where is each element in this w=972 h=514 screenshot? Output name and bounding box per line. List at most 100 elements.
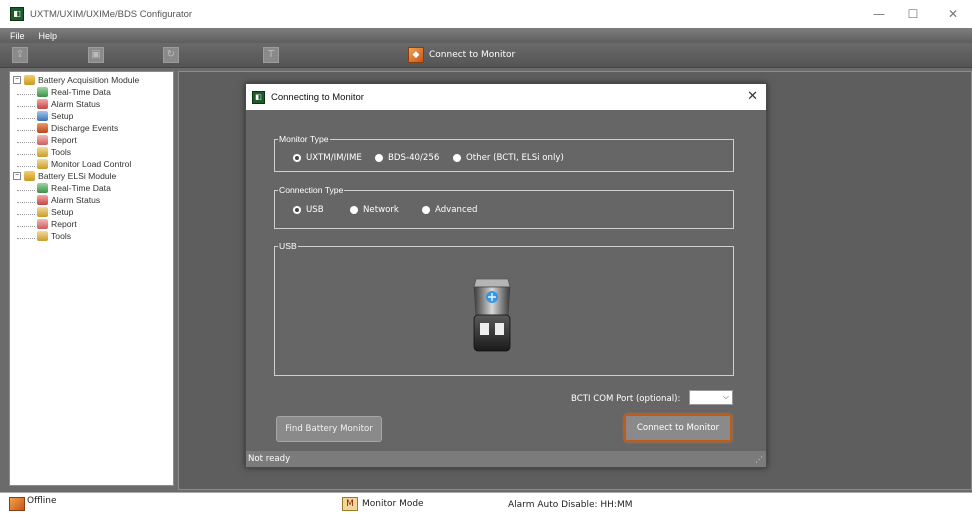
- connection-status: Offline: [9, 496, 57, 511]
- tree-item[interactable]: Alarm Status: [13, 98, 173, 110]
- radio-unselected-icon: [375, 154, 383, 162]
- dialog-title: Connecting to Monitor: [271, 91, 364, 103]
- close-button[interactable]: ✕: [938, 0, 968, 28]
- tree-item[interactable]: Real-Time Data: [13, 182, 173, 194]
- radio-connection-advanced[interactable]: Advanced: [422, 205, 477, 215]
- find-battery-monitor-button[interactable]: Find Battery Monitor: [276, 416, 382, 442]
- radio-unselected-icon: [453, 154, 461, 162]
- tree-item[interactable]: − Battery ELSi Module: [13, 170, 173, 182]
- navigation-tree: − Battery Acquisition Module Real-Time Dat…: [9, 71, 174, 486]
- minimize-button[interactable]: —: [864, 0, 894, 28]
- upload-icon[interactable]: ⇪: [12, 47, 28, 63]
- alarm-icon: [37, 99, 48, 109]
- collapse-icon[interactable]: −: [13, 172, 21, 180]
- com-port-label: BCTI COM Port (optional):: [571, 394, 681, 404]
- tree-connector: [17, 137, 35, 143]
- toolbar: ⇪ ▣ ↻ T ◆ Connect to Monitor: [0, 43, 972, 68]
- radio-connection-usb[interactable]: USB: [293, 205, 324, 215]
- window-title: UXTM/UXIM/UXIMe/BDS Configurator: [30, 8, 193, 20]
- radio-label: Other (BCTI, ELSi only): [466, 153, 564, 163]
- tree-connector: [17, 113, 35, 119]
- tree-item[interactable]: Monitor Load Control: [13, 158, 173, 170]
- connect-icon: ◆: [408, 47, 424, 63]
- tree-item[interactable]: Real-Time Data: [13, 86, 173, 98]
- tree-item-label: Alarm Status: [51, 195, 101, 205]
- menu-help[interactable]: Help: [39, 31, 58, 41]
- tree-item[interactable]: Discharge Events: [13, 122, 173, 134]
- usb-drive-icon: [473, 278, 511, 352]
- sync-icon[interactable]: ↻: [163, 47, 179, 63]
- dialog-title-bar: ◧ Connecting to Monitor ✕: [246, 84, 766, 110]
- tree-connector: [17, 161, 35, 167]
- tree-item[interactable]: Tools: [13, 230, 173, 242]
- radio-label: BDS-40/256: [388, 153, 440, 163]
- monitor-icon[interactable]: ▣: [88, 47, 104, 63]
- radio-label: Network: [363, 205, 399, 215]
- connect-to-monitor-button[interactable]: Connect to Monitor: [624, 414, 732, 442]
- radio-unselected-icon: [422, 206, 430, 214]
- connect-dialog: ◧ Connecting to Monitor ✕ Monitor Type U…: [245, 83, 767, 468]
- radio-monitor-bds[interactable]: BDS-40/256: [375, 153, 439, 163]
- toolbar-connect-button[interactable]: ◆ Connect to Monitor: [408, 47, 515, 63]
- tree-item[interactable]: − Battery Acquisition Module: [13, 74, 173, 86]
- dialog-close-button[interactable]: ✕: [747, 89, 758, 104]
- real-time-icon: [37, 87, 48, 97]
- tree-item-label: Setup: [51, 111, 74, 121]
- tree-item[interactable]: Report: [13, 134, 173, 146]
- chevron-down-icon: ⌵: [722, 392, 729, 401]
- tree-connector: [17, 221, 35, 227]
- tree-item-label: Report: [51, 219, 77, 229]
- mode-status-text: Monitor Mode: [362, 499, 424, 509]
- tools-icon: [37, 159, 48, 169]
- tree-connector: [17, 101, 35, 107]
- connection-type-legend: Connection Type: [279, 185, 344, 195]
- tree-item[interactable]: Setup: [13, 206, 173, 218]
- menu-bar: File Help: [0, 28, 972, 43]
- tree-connector: [17, 89, 35, 95]
- menu-file[interactable]: File: [10, 31, 25, 41]
- tree-item[interactable]: Report: [13, 218, 173, 230]
- dialog-status-bar: Not ready ⋰: [246, 451, 766, 467]
- tree-item[interactable]: Alarm Status: [13, 194, 173, 206]
- connection-type-group: Connection Type: [274, 185, 734, 229]
- tree-item[interactable]: Setup: [13, 110, 173, 122]
- usb-legend: USB: [279, 241, 297, 251]
- radio-selected-icon: [293, 154, 301, 162]
- radio-label: UXTM/IM/IME: [306, 153, 362, 163]
- offline-icon: [9, 497, 25, 511]
- tree-item-label: Tools: [51, 147, 72, 157]
- radio-connection-network[interactable]: Network: [350, 205, 399, 215]
- tools-icon: [37, 147, 48, 157]
- report-icon: [37, 219, 48, 229]
- radio-selected-icon: [293, 206, 301, 214]
- maximize-button[interactable]: ☐: [898, 0, 928, 28]
- connection-status-text: Offline: [27, 496, 57, 506]
- module-icon: [24, 171, 35, 181]
- tree-item-label: Real-Time Data: [51, 87, 111, 97]
- monitor-type-legend: Monitor Type: [279, 134, 329, 144]
- tree-item-label: Setup: [51, 207, 74, 217]
- alarm-icon: [37, 195, 48, 205]
- tree-connector: [17, 233, 35, 239]
- tree-connector: [17, 197, 35, 203]
- tree-item-label: Battery Acquisition Module: [38, 75, 140, 85]
- tree-item[interactable]: Tools: [13, 146, 173, 158]
- report-icon: [37, 135, 48, 145]
- com-port-select[interactable]: ⌵: [689, 390, 733, 405]
- tools-icon[interactable]: T: [263, 47, 279, 63]
- collapse-icon[interactable]: −: [13, 76, 21, 84]
- status-bar: Offline M Monitor Mode Alarm Auto Disabl…: [0, 492, 972, 514]
- real-time-icon: [37, 183, 48, 193]
- resize-grip-icon[interactable]: ⋰: [755, 452, 763, 468]
- tools-icon: [37, 207, 48, 217]
- radio-monitor-other[interactable]: Other (BCTI, ELSi only): [453, 153, 564, 163]
- tree-item-label: Report: [51, 135, 77, 145]
- tree-item-label: Monitor Load Control: [51, 159, 132, 169]
- tree-item-label: Real-Time Data: [51, 183, 111, 193]
- setup-icon: [37, 111, 48, 121]
- tree-connector: [17, 125, 35, 131]
- dialog-status-text: Not ready: [248, 454, 291, 464]
- radio-monitor-uxtm[interactable]: UXTM/IM/IME: [293, 153, 362, 163]
- tree-item-label: Tools: [51, 231, 72, 241]
- tree-item-label: Battery ELSi Module: [38, 171, 117, 181]
